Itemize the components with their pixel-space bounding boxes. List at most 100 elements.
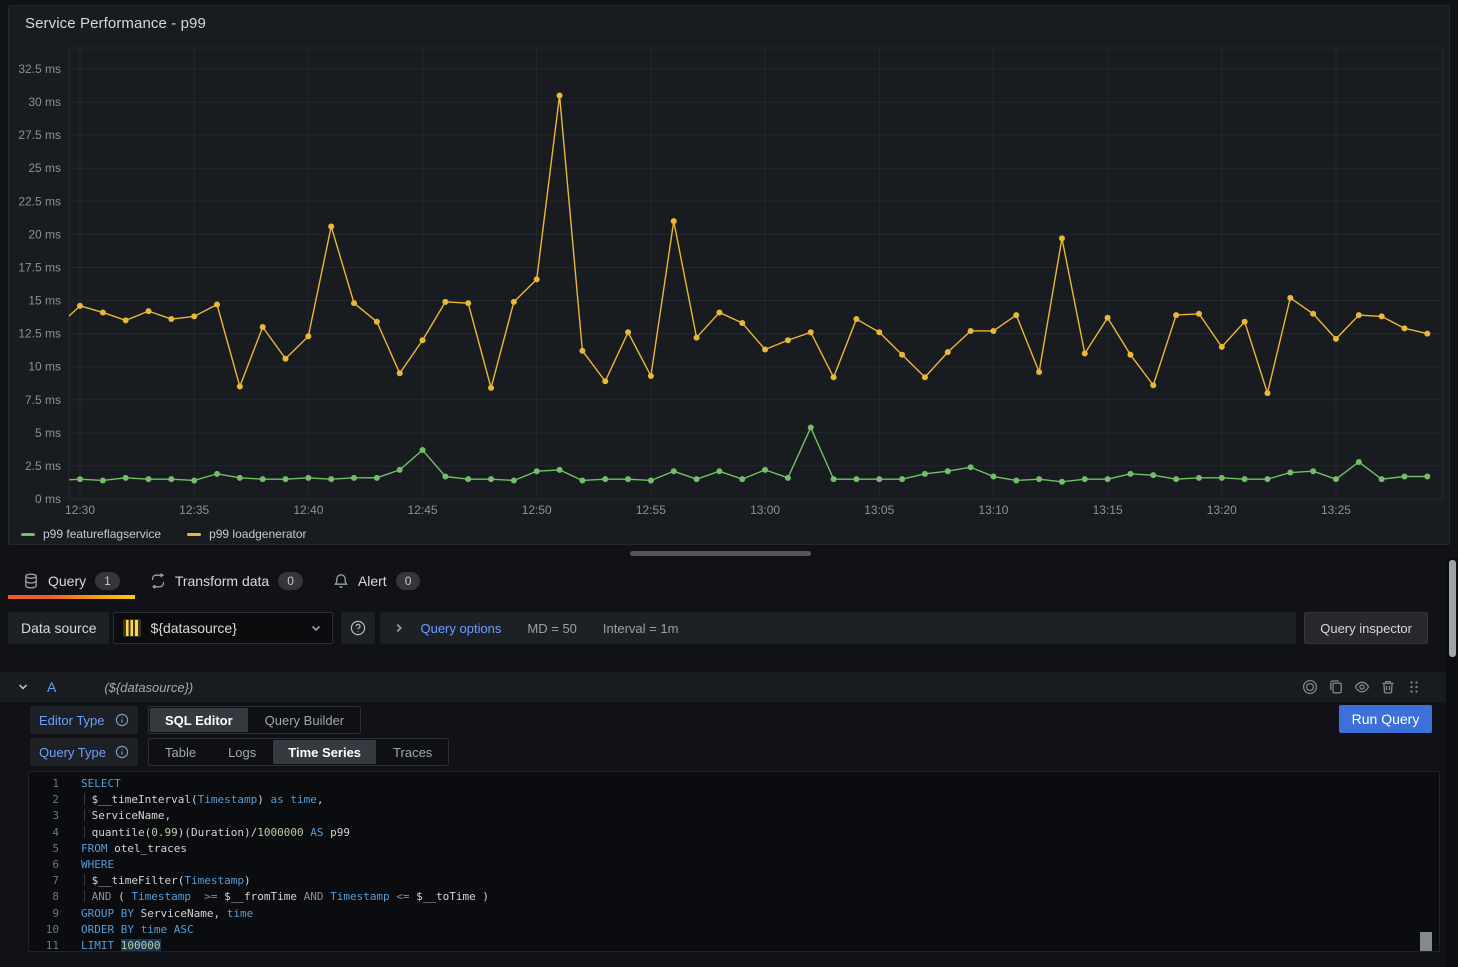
database-icon: [23, 573, 39, 589]
datasource-label: Data source: [8, 612, 109, 644]
svg-text:12:40: 12:40: [293, 503, 323, 517]
query-type-logs[interactable]: Logs: [213, 740, 271, 764]
run-query-button[interactable]: Run Query: [1339, 705, 1432, 733]
code-line-4[interactable]: 4 quantile(0.99)(Duration)/1000000 AS p9…: [29, 825, 1439, 841]
line-number: 2: [29, 792, 59, 808]
line-number: 10: [29, 922, 59, 938]
svg-text:12:55: 12:55: [636, 503, 666, 517]
svg-text:2.5 ms: 2.5 ms: [25, 459, 61, 473]
editor-type-row: Editor Type SQL Editor Query Builder: [30, 706, 361, 734]
svg-text:13:10: 13:10: [978, 503, 1008, 517]
datasource-help-button[interactable]: [341, 612, 375, 644]
line-number: 8: [29, 889, 59, 905]
svg-text:20 ms: 20 ms: [28, 227, 61, 241]
code-line-6[interactable]: 6WHERE: [29, 857, 1439, 873]
svg-text:12.5 ms: 12.5 ms: [18, 327, 61, 341]
query-type-table[interactable]: Table: [150, 740, 211, 764]
tab-count-badge: 0: [396, 572, 421, 590]
svg-text:0 ms: 0 ms: [35, 492, 61, 506]
query-options-label[interactable]: Query options: [420, 621, 501, 636]
line-number: 5: [29, 841, 59, 857]
info-icon[interactable]: [115, 745, 129, 759]
code-line-8[interactable]: 8 AND ( Timestamp >= $__fromTime AND Tim…: [29, 889, 1439, 905]
info-icon[interactable]: [115, 713, 129, 727]
chart-panel: 0 ms2.5 ms5 ms7.5 ms10 ms12.5 ms15 ms17.…: [8, 5, 1450, 545]
code-line-1[interactable]: 1SELECT: [29, 776, 1439, 792]
disable-icon[interactable]: [1302, 679, 1318, 695]
help-circle-icon: [350, 620, 366, 636]
query-type-time-series[interactable]: Time Series: [273, 740, 376, 764]
editor-scrollbar-thumb[interactable]: [1420, 932, 1432, 951]
svg-text:13:15: 13:15: [1093, 503, 1123, 517]
query-options-toggle[interactable]: Query options MD = 50 Interval = 1m: [380, 612, 1296, 644]
svg-text:17.5 ms: 17.5 ms: [18, 260, 61, 274]
tab-count-badge: 1: [95, 572, 120, 590]
line-number: 4: [29, 825, 59, 841]
line-number: 6: [29, 857, 59, 873]
delete-icon[interactable]: [1380, 679, 1396, 695]
svg-text:5 ms: 5 ms: [35, 426, 61, 440]
svg-text:12:45: 12:45: [408, 503, 438, 517]
query-row-header[interactable]: A (${datasource}): [0, 672, 1446, 702]
chevron-down-icon: [309, 621, 323, 635]
line-number: 11: [29, 938, 59, 952]
tab-alert[interactable]: Alert 0: [318, 563, 435, 599]
code-line-9[interactable]: 9GROUP BY ServiceName, time: [29, 906, 1439, 922]
legend-item-loadgenerator[interactable]: p99 loadgenerator: [187, 527, 306, 541]
svg-text:27.5 ms: 27.5 ms: [18, 128, 61, 142]
drag-handle-icon[interactable]: [1406, 679, 1422, 695]
tab-label: Transform data: [175, 573, 269, 589]
clickhouse-logo-icon: [123, 619, 141, 637]
svg-text:12:50: 12:50: [522, 503, 552, 517]
tab-count-badge: 0: [278, 572, 303, 590]
legend-item-featureflagservice[interactable]: p99 featureflagservice: [21, 527, 161, 541]
chevron-right-icon: [392, 621, 406, 635]
line-number: 3: [29, 808, 59, 824]
code-line-5[interactable]: 5FROM otel_traces: [29, 841, 1439, 857]
pane-resize-handle[interactable]: [630, 551, 811, 556]
svg-text:13:20: 13:20: [1207, 503, 1237, 517]
pane-scrollbar-thumb[interactable]: [1449, 560, 1456, 657]
query-datasource-hint: (${datasource}): [104, 680, 193, 695]
svg-text:7.5 ms: 7.5 ms: [25, 393, 61, 407]
editor-type-radio-group: SQL Editor Query Builder: [148, 706, 361, 734]
editor-type-query-builder[interactable]: Query Builder: [250, 708, 359, 732]
editor-type-field-label: Editor Type: [30, 706, 138, 734]
editor-type-sql-editor[interactable]: SQL Editor: [150, 708, 248, 732]
duplicate-icon[interactable]: [1328, 679, 1344, 695]
code-line-2[interactable]: 2 $__timeInterval(Timestamp) as time,: [29, 792, 1439, 808]
code-line-11[interactable]: 11LIMIT 100000: [29, 938, 1439, 952]
hide-response-icon[interactable]: [1354, 679, 1370, 695]
svg-text:22.5 ms: 22.5 ms: [18, 194, 61, 208]
legend-label[interactable]: p99 loadgenerator: [209, 527, 306, 541]
chart-legend: p99 featureflagservice p99 loadgenerator: [21, 527, 307, 541]
svg-text:25 ms: 25 ms: [28, 161, 61, 175]
svg-text:30 ms: 30 ms: [28, 95, 61, 109]
svg-text:13:05: 13:05: [864, 503, 894, 517]
editor-type-label: Editor Type: [39, 713, 105, 728]
tab-query[interactable]: Query 1: [8, 563, 135, 599]
datasource-picker[interactable]: ${datasource}: [113, 612, 333, 644]
svg-text:32.5 ms: 32.5 ms: [18, 62, 61, 76]
svg-text:13:00: 13:00: [750, 503, 780, 517]
query-options-maxdatapoints: MD = 50: [527, 621, 577, 636]
sql-code-editor[interactable]: 1SELECT2 $__timeInterval(Timestamp) as t…: [28, 771, 1440, 952]
timeseries-chart[interactable]: 0 ms2.5 ms5 ms7.5 ms10 ms12.5 ms15 ms17.…: [9, 6, 1449, 544]
query-inspector-button[interactable]: Query inspector: [1304, 612, 1428, 644]
code-line-7[interactable]: 7 $__timeFilter(Timestamp): [29, 873, 1439, 889]
code-line-10[interactable]: 10ORDER BY time ASC: [29, 922, 1439, 938]
code-line-3[interactable]: 3 ServiceName,: [29, 808, 1439, 824]
datasource-value: ${datasource}: [150, 620, 300, 636]
pane-scrollbar-track[interactable]: [1446, 558, 1458, 967]
legend-label[interactable]: p99 featureflagservice: [43, 527, 161, 541]
transform-icon: [150, 573, 166, 589]
svg-text:10 ms: 10 ms: [28, 360, 61, 374]
line-number: 1: [29, 776, 59, 792]
collapse-chevron-icon[interactable]: [16, 680, 30, 694]
tab-label: Query: [48, 573, 86, 589]
tab-transform-data[interactable]: Transform data 0: [135, 563, 318, 599]
query-type-row: Query Type Table Logs Time Series Traces: [30, 738, 449, 766]
sql-code-lines[interactable]: 1SELECT2 $__timeInterval(Timestamp) as t…: [29, 772, 1439, 952]
svg-text:12:30: 12:30: [65, 503, 95, 517]
query-type-traces[interactable]: Traces: [378, 740, 447, 764]
